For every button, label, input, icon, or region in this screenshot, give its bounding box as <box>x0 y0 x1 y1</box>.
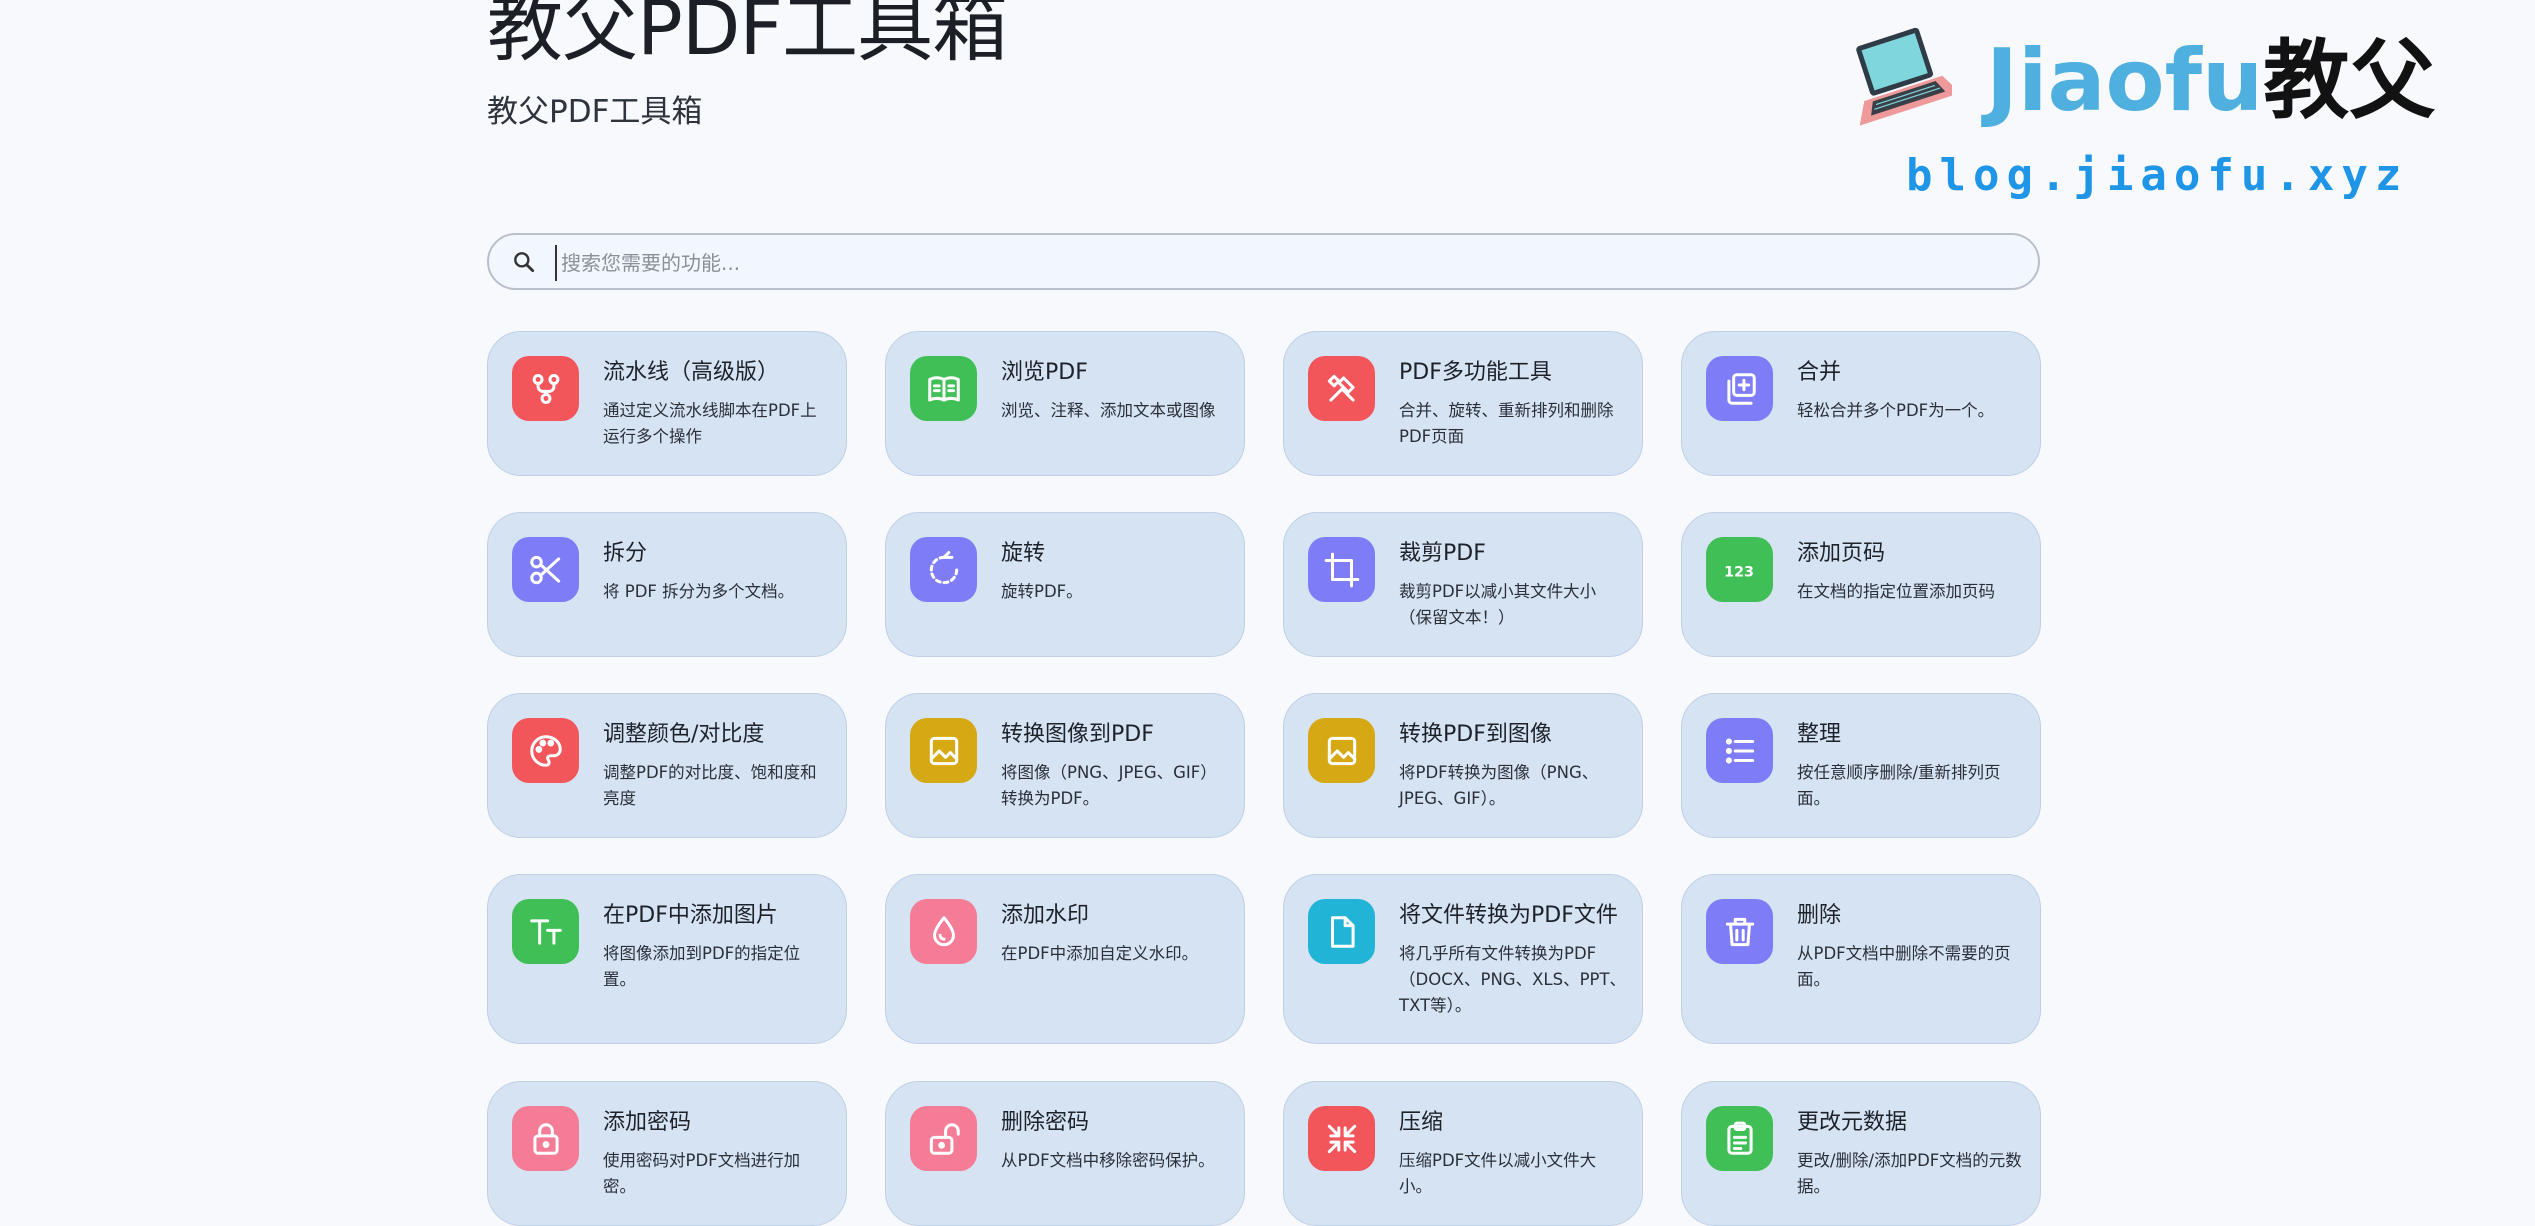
search-input[interactable] <box>555 245 2003 281</box>
merge-icon <box>1706 356 1773 421</box>
logo-brand-cjk: 教父 <box>2263 30 2436 131</box>
logo-brand-text: Jiaofu教父 <box>1986 38 2435 125</box>
tool-card[interactable]: 添加密码使用密码对PDF文档进行加密。 <box>487 1081 847 1226</box>
tool-card[interactable]: 旋转旋转PDF。 <box>885 512 1245 657</box>
scissors-icon <box>512 537 579 602</box>
tool-description: 从PDF文档中删除不需要的页面。 <box>1797 944 2011 989</box>
tool-description: 通过定义流水线脚本在PDF上运行多个操作 <box>603 401 817 446</box>
crop-icon <box>1308 537 1375 602</box>
tool-description: 合并、旋转、重新排列和删除PDF页面 <box>1399 401 1614 446</box>
tool-card[interactable]: 裁剪PDF 裁剪PDF以减小其文件大小（保留文本！） <box>1283 512 1643 657</box>
tool-title: 拆分 <box>603 541 648 566</box>
tool-description: 将PDF转换为图像（PNG、JPEG、GIF）。 <box>1399 763 1599 808</box>
tool-title: 旋转 <box>1001 541 1046 566</box>
tool-title: 调整颜色/对比度 <box>603 722 765 747</box>
tool-description: 裁剪PDF以减小其文件大小（保留文本！） <box>1399 582 1597 627</box>
tool-description: 轻松合并多个PDF为一个。 <box>1797 401 1995 420</box>
trash-icon <box>1706 899 1773 964</box>
laptop-icon <box>1856 27 1952 126</box>
tool-title: 流水线（高级版） <box>603 360 780 385</box>
search-icon <box>514 252 535 273</box>
tool-card[interactable]: 将文件转换为PDF文件将几乎所有文件转换为PDF（DOCX、PNG、XLS、PP… <box>1283 874 1643 1044</box>
tool-description: 在PDF中添加自定义水印。 <box>1001 944 1199 963</box>
tool-card[interactable]: 调整颜色/对比度调整PDF的对比度、饱和度和亮度 <box>487 693 847 838</box>
unlock-icon <box>910 1106 977 1171</box>
tool-description: 压缩PDF文件以减小文件大小。 <box>1399 1151 1597 1196</box>
logo-url: blog.jiaofu.xyz <box>1906 150 2409 201</box>
image-icon <box>910 718 977 783</box>
tool-card[interactable]: 转换图像到PDF 将图像（PNG、JPEG、GIF）转换为PDF。 <box>885 693 1245 838</box>
tool-card[interactable]: 在PDF中添加图片将图像添加到PDF的指定位置。 <box>487 874 847 1044</box>
tool-title: 将文件转换为PDF文件 <box>1399 903 1618 928</box>
tool-card[interactable]: 转换PDF到图像将PDF转换为图像（PNG、JPEG、GIF）。 <box>1283 693 1643 838</box>
book-icon <box>910 356 977 421</box>
tool-card[interactable]: 压缩压缩PDF文件以减小文件大小。 <box>1283 1081 1643 1226</box>
palette-icon <box>512 718 579 783</box>
page-subtitle: 教父PDF工具箱 <box>487 94 703 130</box>
tool-title: 浏览PDF <box>1001 360 1088 385</box>
tool-description: 将 PDF 拆分为多个文档。 <box>603 582 795 601</box>
tool-title: PDF多功能工具 <box>1399 360 1552 385</box>
search-bar[interactable] <box>487 233 2040 290</box>
svg-text:123: 123 <box>1724 564 1754 580</box>
tool-title: 合并 <box>1797 360 1842 385</box>
numbers-icon: 123 <box>1706 537 1773 602</box>
tools-icon <box>1308 356 1375 421</box>
tool-title: 添加页码 <box>1797 541 1886 566</box>
rotate-icon <box>910 537 977 602</box>
droplet-icon <box>910 899 977 964</box>
tool-title: 删除 <box>1797 903 1842 928</box>
brand-logo: Jiaofu教父 blog.jiaofu.xyz <box>1838 18 2435 208</box>
tool-description: 使用密码对PDF文档进行加密。 <box>603 1151 801 1196</box>
pipeline-icon <box>512 356 579 421</box>
tool-card[interactable]: 更改元数据更改/删除/添加PDF文档的元数据。 <box>1681 1081 2041 1226</box>
tool-title: 转换PDF到图像 <box>1399 722 1552 747</box>
list-icon <box>1706 718 1773 783</box>
tool-description: 调整PDF的对比度、饱和度和亮度 <box>603 763 817 808</box>
tool-title: 添加水印 <box>1001 903 1090 928</box>
tool-description: 旋转PDF。 <box>1001 582 1083 601</box>
page-title: 教父PDF工具箱 <box>487 0 1008 72</box>
tool-title: 在PDF中添加图片 <box>603 903 778 928</box>
tool-card[interactable]: PDF多功能工具合并、旋转、重新排列和删除PDF页面 <box>1283 331 1643 476</box>
tool-title: 添加密码 <box>603 1110 692 1135</box>
tool-card[interactable]: 添加水印在PDF中添加自定义水印。 <box>885 874 1245 1044</box>
tool-title: 压缩 <box>1399 1110 1444 1135</box>
tool-card[interactable]: 删除从PDF文档中删除不需要的页面。 <box>1681 874 2041 1044</box>
tool-description: 从PDF文档中移除密码保护。 <box>1001 1151 1215 1170</box>
tool-card[interactable]: 合并轻松合并多个PDF为一个。 <box>1681 331 2041 476</box>
clipboard-icon <box>1706 1106 1773 1171</box>
tool-card[interactable]: 流水线（高级版） 通过定义流水线脚本在PDF上运行多个操作 <box>487 331 847 476</box>
tool-title: 转换图像到PDF <box>1001 722 1154 747</box>
tool-description: 按任意顺序删除/重新排列页面。 <box>1797 763 2001 808</box>
file-icon <box>1308 899 1375 964</box>
tool-description: 在文档的指定位置添加页码 <box>1797 582 1995 601</box>
tool-description: 更改/删除/添加PDF文档的元数据。 <box>1797 1151 2022 1196</box>
lock-icon <box>512 1106 579 1171</box>
tool-description: 将图像添加到PDF的指定位置。 <box>603 944 801 989</box>
logo-brand-latin: Jiaofu <box>1986 31 2264 131</box>
tool-description: 浏览、注释、添加文本或图像 <box>1001 401 1216 420</box>
tool-card[interactable]: 删除密码从PDF文档中移除密码保护。 <box>885 1081 1245 1226</box>
tool-card[interactable]: 浏览PDF 浏览、注释、添加文本或图像 <box>885 331 1245 476</box>
tool-card[interactable]: 拆分将 PDF 拆分为多个文档。 <box>487 512 847 657</box>
tool-title: 删除密码 <box>1001 1110 1090 1135</box>
tool-title: 裁剪PDF <box>1399 541 1486 566</box>
compress-icon <box>1308 1106 1375 1171</box>
text-size-icon <box>512 899 579 964</box>
tool-title: 更改元数据 <box>1797 1110 1908 1135</box>
image-icon <box>1308 718 1375 783</box>
tool-card[interactable]: 整理按任意顺序删除/重新排列页面。 <box>1681 693 2041 838</box>
tool-title: 整理 <box>1797 722 1842 747</box>
tool-description: 将几乎所有文件转换为PDF（DOCX、PNG、XLS、PPT、TXT等）。 <box>1399 944 1627 1015</box>
tool-card[interactable]: 123 添加页码在文档的指定位置添加页码 <box>1681 512 2041 657</box>
tool-description: 将图像（PNG、JPEG、GIF）转换为PDF。 <box>1001 763 1217 808</box>
